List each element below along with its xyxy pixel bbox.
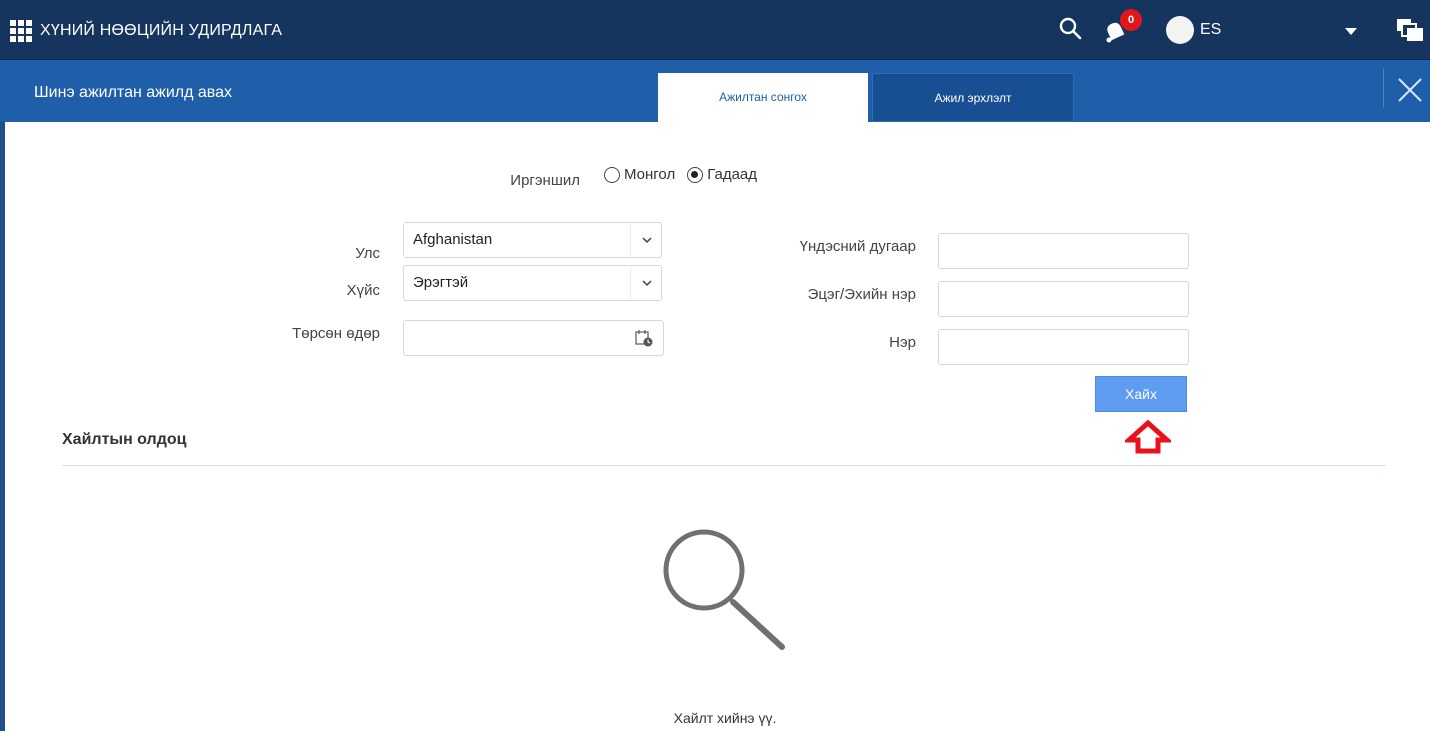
select-divider [630, 223, 631, 257]
dialog-left-edge [0, 122, 5, 731]
first-name-input[interactable] [938, 329, 1189, 365]
parent-name-label: Эцэг/Эхийн нэр [807, 286, 916, 303]
gender-select[interactable]: Эрэгтэй [403, 265, 662, 301]
notification-badge: 0 [1120, 9, 1142, 31]
parent-name-input[interactable] [938, 281, 1189, 317]
national-id-label: Үндэсний дугаар [799, 238, 916, 255]
birth-date-label: Төрсөн өдөр [292, 325, 380, 342]
empty-state-message: Хайлт хийнэ үү. [673, 710, 777, 726]
up-arrow-icon [1125, 420, 1171, 454]
tab-employment[interactable]: Ажил эрхлэлт [872, 73, 1074, 122]
close-icon[interactable] [1396, 76, 1424, 104]
search-button[interactable]: Хайх [1095, 376, 1187, 412]
stacked-windows-icon[interactable] [1396, 16, 1424, 42]
citizenship-radio-group: Монгол Гадаад [604, 166, 769, 183]
dialog-header: Шинэ ажилтан ажилд авах Ажилтан сонгох А… [0, 60, 1430, 122]
radio-mongol-label[interactable]: Монгол [624, 166, 675, 183]
app-grid-icon[interactable] [10, 20, 32, 42]
gender-label: Хүйс [346, 282, 380, 299]
country-label: Улс [355, 245, 380, 262]
country-value: Afghanistan [413, 231, 493, 248]
first-name-label: Нэр [889, 334, 916, 351]
tab-select-employee[interactable]: Ажилтан сонгох [658, 73, 868, 122]
radio-foreign[interactable] [687, 166, 704, 183]
chevron-down-icon[interactable] [641, 236, 653, 244]
chevron-down-icon[interactable] [641, 279, 653, 287]
calendar-icon[interactable] [635, 329, 653, 347]
birth-date-input[interactable] [403, 320, 664, 356]
results-divider [62, 465, 1386, 466]
radio-foreign-label[interactable]: Гадаад [707, 166, 757, 183]
national-id-input[interactable] [938, 233, 1189, 269]
app-title: ХҮНИЙ НӨӨЦИЙН УДИРДЛАГА [40, 22, 283, 39]
country-select[interactable]: Afghanistan [403, 222, 662, 258]
user-initials[interactable]: ES [1200, 21, 1221, 39]
radio-mongol[interactable] [604, 166, 620, 183]
gender-value: Эрэгтэй [413, 274, 469, 291]
select-divider [630, 266, 631, 300]
citizenship-label: Иргэншил [510, 172, 580, 189]
header-divider [1383, 68, 1384, 108]
chevron-down-icon[interactable] [1344, 26, 1358, 36]
results-title: Хайлтын олдоц [62, 431, 187, 448]
avatar[interactable] [1166, 16, 1194, 44]
dialog-title: Шинэ ажилтан ажилд авах [34, 84, 233, 101]
app-top-bar: ХҮНИЙ НӨӨЦИЙН УДИРДЛАГА 0 ES [0, 0, 1430, 60]
search-icon[interactable] [1058, 16, 1084, 42]
magnifier-icon [663, 529, 785, 650]
